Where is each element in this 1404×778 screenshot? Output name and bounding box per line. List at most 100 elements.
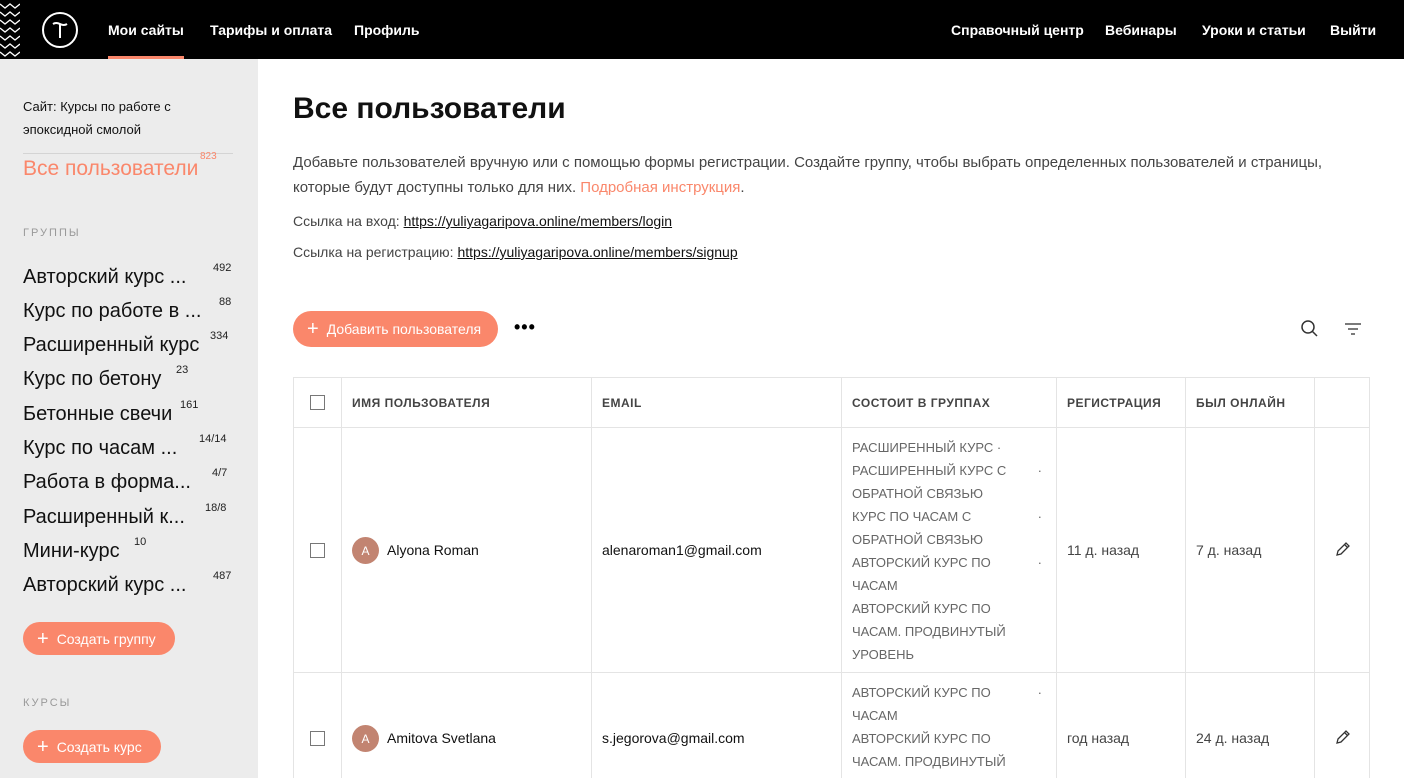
tilda-logo-icon[interactable] (42, 12, 78, 48)
more-options-button[interactable]: ••• (514, 317, 536, 338)
sidebar-all-users[interactable]: Все пользователи (23, 157, 198, 181)
user-name[interactable]: Alyona Roman (387, 542, 479, 558)
sidebar-group-item[interactable]: Курс по бетону 23 (23, 364, 238, 398)
plus-icon: + (37, 627, 49, 650)
group-tag: РАСШИРЕННЫЙ КУРС С ОБРАТНОЙ СВЯЗЬЮ · (852, 459, 1042, 505)
sidebar-group-item[interactable]: Авторский курс ... 492 (23, 262, 238, 296)
table-divider (293, 378, 294, 778)
group-name: Курс по бетону (23, 368, 162, 390)
column-header-name[interactable]: ИМЯ ПОЛЬЗОВАТЕЛЯ (342, 378, 490, 428)
group-count: 18/8 (205, 502, 227, 514)
add-user-label: Добавить пользователя (326, 321, 482, 337)
group-name: Бетонные свечи (23, 403, 173, 425)
user-email: alenaroman1@gmail.com (602, 542, 762, 558)
sidebar-group-item[interactable]: Расширенный курс 334 (23, 330, 238, 364)
signup-link-label: Ссылка на регистрацию: (293, 244, 454, 260)
group-count: 492 (213, 262, 232, 274)
group-tag-label: АВТОРСКИЙ КУРС ПО ЧАСАМ. ПРОДВИНУТЫЙ (852, 731, 1006, 769)
filter-icon[interactable] (1342, 318, 1364, 340)
group-name: Курс по работе в ... (23, 300, 202, 322)
group-name: Курс по часам ... (23, 437, 178, 459)
sidebar-group-item[interactable]: Курс по часам ... 14/14 (23, 433, 238, 467)
table-divider (1056, 378, 1057, 778)
group-count: 487 (213, 570, 232, 582)
registered-date: год назад (1067, 730, 1130, 746)
courses-section-title: КУРСЫ (23, 697, 72, 709)
login-link-label: Ссылка на вход: (293, 213, 400, 229)
group-tag-label: РАСШИРЕННЫЙ КУРС С ОБРАТНОЙ СВЯЗЬЮ (852, 463, 1007, 501)
table-divider (1314, 378, 1315, 778)
group-separator: · (1037, 685, 1042, 700)
search-icon[interactable] (1299, 318, 1321, 340)
row-checkbox[interactable] (310, 543, 325, 558)
create-course-button[interactable]: + Создать курс (23, 730, 161, 763)
nav-webinars[interactable]: Вебинары (1105, 0, 1177, 59)
sidebar-group-item[interactable]: Расширенный к... 18/8 (23, 502, 238, 536)
nav-logout[interactable]: Выйти (1330, 0, 1376, 59)
group-name: Расширенный к... (23, 506, 185, 528)
signup-link-line: Ссылка на регистрацию: https://yuliyagar… (293, 244, 738, 260)
group-tag: АВТОРСКИЙ КУРС ПО ЧАСАМ · (852, 551, 1042, 597)
pencil-edit-icon[interactable] (1334, 728, 1352, 746)
create-group-button[interactable]: + Создать группу (23, 622, 175, 655)
group-count: 161 (180, 399, 199, 411)
group-separator: · (1037, 509, 1042, 524)
sidebar-group-item[interactable]: Мини-курс 10 (23, 536, 238, 570)
group-name: Авторский курс ... (23, 574, 187, 596)
sidebar-group-item[interactable]: Работа в форма... 4/7 (23, 467, 238, 501)
column-header-online[interactable]: БЫЛ ОНЛАЙН (1186, 378, 1286, 428)
user-email: s.jegorova@gmail.com (602, 730, 745, 746)
instruction-link[interactable]: Подробная инструкция (580, 179, 740, 196)
group-count: 23 (176, 364, 189, 376)
group-name: Авторский курс ... (23, 266, 187, 288)
sidebar-group-item[interactable]: Бетонные свечи 161 (23, 399, 238, 433)
group-count: 10 (134, 536, 147, 548)
table-divider (591, 378, 592, 778)
plus-icon: + (307, 318, 319, 340)
column-header-registered[interactable]: РЕГИСТРАЦИЯ (1057, 378, 1161, 428)
table-divider (1185, 378, 1186, 778)
create-group-label: Создать группу (56, 630, 156, 647)
group-count: 14/14 (199, 433, 227, 445)
nav-help-center[interactable]: Справочный центр (951, 0, 1084, 59)
column-header-email[interactable]: EMAIL (592, 378, 642, 428)
login-link-line: Ссылка на вход: https://yuliyagaripova.o… (293, 213, 672, 229)
last-online: 7 д. назад (1196, 542, 1262, 558)
table-divider (341, 378, 342, 778)
select-all-checkbox[interactable] (310, 395, 325, 410)
column-header-groups[interactable]: СОСТОИТ В ГРУППАХ (842, 378, 990, 428)
group-tag-label: АВТОРСКИЙ КУРС ПО ЧАСАМ (852, 685, 991, 723)
group-count: 4/7 (212, 467, 228, 479)
create-course-label: Создать курс (56, 738, 142, 755)
group-separator: · (1037, 555, 1042, 570)
group-tag-label: КУРС ПО ЧАСАМ С ОБРАТНОЙ СВЯЗЬЮ (852, 509, 984, 547)
registered-date: 11 д. назад (1067, 542, 1140, 558)
group-tag-label: АВТОРСКИЙ КУРС ПО ЧАСАМ. ПРОДВИНУТЫЙ УРО… (852, 601, 1006, 662)
group-tag-label: РАСШИРЕННЫЙ КУРС (852, 440, 994, 455)
table-row[interactable]: A Alyona Roman alenaroman1@gmail.com РАС… (293, 428, 1370, 673)
group-tag-label: АВТОРСКИЙ КУРС ПО ЧАСАМ (852, 555, 991, 593)
add-user-button[interactable]: + Добавить пользователя (293, 311, 498, 347)
table-header: ИМЯ ПОЛЬЗОВАТЕЛЯ EMAIL СОСТОИТ В ГРУППАХ… (293, 378, 1370, 428)
login-url-link[interactable]: https://yuliyagaripova.online/members/lo… (404, 213, 672, 229)
signup-url-link[interactable]: https://yuliyagaripova.online/members/si… (457, 244, 737, 260)
plus-icon: + (37, 735, 49, 758)
row-checkbox[interactable] (310, 731, 325, 746)
group-tag: КУРС ПО ЧАСАМ С ОБРАТНОЙ СВЯЗЬЮ · (852, 505, 1042, 551)
nav-lessons[interactable]: Уроки и статьи (1202, 0, 1306, 59)
pencil-edit-icon[interactable] (1334, 540, 1352, 558)
table-row[interactable]: A Amitova Svetlana s.jegorova@gmail.com … (293, 673, 1370, 778)
nav-tariffs[interactable]: Тарифы и оплата (210, 0, 332, 59)
group-count: 88 (219, 296, 232, 308)
nav-profile[interactable]: Профиль (354, 0, 420, 59)
groups-section-title: ГРУППЫ (23, 227, 81, 239)
group-tag: АВТОРСКИЙ КУРС ПО ЧАСАМ. ПРОДВИНУТЫЙ УРО… (852, 597, 1032, 666)
sidebar-group-item[interactable]: Курс по работе в ... 88 (23, 296, 238, 330)
group-name: Работа в форма... (23, 471, 191, 493)
page-title: Все пользователи (293, 92, 566, 125)
sidebar-group-item[interactable]: Авторский курс ... 487 (23, 570, 238, 604)
all-users-count: 823 (200, 151, 217, 162)
group-name: Мини-курс (23, 540, 120, 562)
nav-my-sites[interactable]: Мои сайты (108, 0, 184, 59)
user-name[interactable]: Amitova Svetlana (387, 730, 496, 746)
